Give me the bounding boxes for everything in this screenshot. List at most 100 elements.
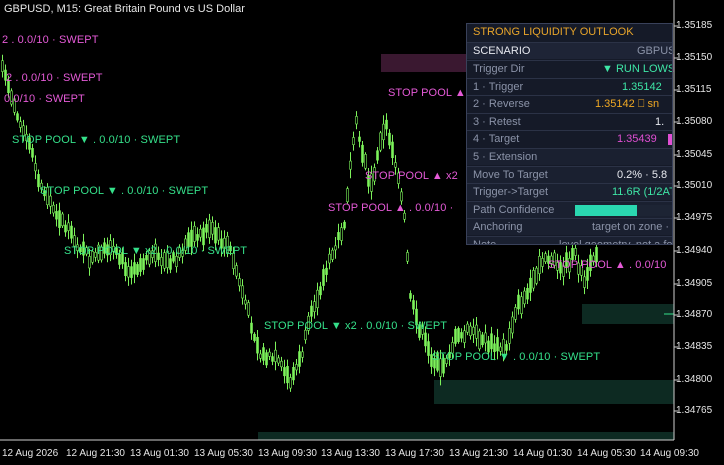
candle-body <box>346 188 349 203</box>
candle-body <box>529 277 532 293</box>
stop-pool-annotation: STOP POOL ▲ . 0.0/10 · <box>328 202 454 214</box>
candle-body <box>490 333 493 350</box>
candle-body <box>454 328 457 344</box>
path-confidence-track <box>637 204 672 216</box>
candle-body <box>64 224 67 233</box>
candle-body <box>334 245 337 251</box>
candle-body <box>136 264 139 275</box>
time-tick-label: 12 Aug 21:30 <box>66 448 125 459</box>
stop-pool-annotation: 2 . 0.0/10 · SWEPT <box>2 34 99 46</box>
time-tick-label: 13 Aug 01:30 <box>130 448 189 459</box>
candle-body <box>217 227 220 241</box>
green-liquidity-zone <box>258 432 674 440</box>
candle-body <box>472 326 475 335</box>
panel-row-value: target on zone · <box>592 221 670 234</box>
candle-body <box>253 333 256 341</box>
candle-body <box>544 253 547 262</box>
panel-row: 1 · Trigger 1.35142 <box>467 77 672 95</box>
panel-title-row: STRONG LIQUIDITY OUTLOOK <box>467 24 672 43</box>
panel-row: Trigger->Target 11.6R (1/2AT <box>467 183 673 201</box>
candle-body <box>541 258 544 267</box>
candle-body <box>406 252 409 262</box>
candle-body <box>520 296 523 315</box>
time-tick-label: 14 Aug 09:30 <box>640 448 699 459</box>
candle-body <box>58 210 61 228</box>
stop-pool-annotation: STOP POOL ▼ . 0.0/10 · SWEPT <box>40 185 209 197</box>
candle-body <box>385 119 388 130</box>
candle-body <box>244 299 247 305</box>
time-tick-label: 13 Aug 09:30 <box>258 448 317 459</box>
chart-symbol-title: GBPUSD, M15: Great Britain Pound vs US D… <box>4 3 245 15</box>
candle-body <box>463 330 466 343</box>
candle-body <box>196 234 199 241</box>
candle-body <box>268 351 271 357</box>
candle-body <box>250 322 253 334</box>
candle-body <box>484 332 487 344</box>
panel-row-value: 11.6R (1/2AT <box>612 186 673 199</box>
candle-body <box>511 316 514 334</box>
panel-row: Anchoring target on zone · <box>467 218 672 236</box>
candle-body <box>133 262 136 275</box>
stop-pool-annotation: 2 . 0.0/10 · SWEPT <box>6 72 103 84</box>
price-tick-label: 1.34835 <box>676 341 713 352</box>
panel-row: 4 · Target 1.35439 <box>467 130 672 147</box>
candle-body <box>289 377 292 389</box>
green-liquidity-zone <box>582 304 674 324</box>
candle-body <box>460 332 463 339</box>
candle-body <box>130 266 133 278</box>
panel-scenario-row: SCENARIO GBPUSD <box>467 42 672 59</box>
candle-body <box>496 337 499 352</box>
candle-body <box>19 121 22 128</box>
candle-body <box>52 204 55 214</box>
candle-body <box>298 351 301 367</box>
candle-body <box>16 113 19 121</box>
candle-body <box>352 137 355 145</box>
candle-body <box>199 228 202 238</box>
candle-body <box>361 144 364 163</box>
candle-body <box>160 257 163 266</box>
price-tick-label: 1.34905 <box>676 278 713 289</box>
stop-pool-annotation: STOP POOL ▼ . 0.0/10 · SWEPT <box>432 351 601 363</box>
time-tick-label: 14 Aug 01:30 <box>513 448 572 459</box>
candle-body <box>382 123 385 141</box>
candle-body <box>31 148 34 158</box>
time-tick-label: 13 Aug 17:30 <box>385 448 444 459</box>
candle-body <box>457 328 460 343</box>
panel-row-label: Path Confidence <box>473 203 555 216</box>
candle-body <box>376 150 379 161</box>
candle-body <box>517 294 520 310</box>
liquidity-outlook-panel[interactable]: STRONG LIQUIDITY OUTLOOK SCENARIO GBPUSD… <box>466 23 673 245</box>
candle-body <box>265 352 268 366</box>
candle-body <box>286 366 289 384</box>
stop-pool-annotation: STOP POOL ▲ x2 <box>365 170 458 182</box>
candle-body <box>358 136 361 142</box>
candle-body <box>202 227 205 246</box>
time-tick-label: 12 Aug 2026 <box>2 448 59 459</box>
stop-pool-annotation: STOP POOL ▲ <box>388 87 466 99</box>
time-tick-label: 13 Aug 13:30 <box>321 448 380 459</box>
candle-body <box>394 162 397 168</box>
candle-body <box>70 225 73 239</box>
time-tick-label: 13 Aug 05:30 <box>194 448 253 459</box>
candle-body <box>292 366 295 381</box>
candle-body <box>514 307 517 320</box>
candle-body <box>127 266 130 278</box>
candle-body <box>283 367 286 377</box>
price-tick-label: 1.35150 <box>676 52 713 63</box>
price-tick-label: 1.34765 <box>676 405 713 416</box>
panel-row: Move To Target 0.2% · 5.8 <box>467 165 672 183</box>
panel-row-value: ▼ RUN LOWS <box>602 63 673 75</box>
panel-row-label: Trigger->Target <box>473 186 549 199</box>
time-tick-label: 14 Aug 05:30 <box>577 448 636 459</box>
panel-title: STRONG LIQUIDITY OUTLOOK <box>473 26 634 38</box>
panel-row-value: 1.35439 <box>617 133 657 146</box>
candle-body <box>478 330 481 350</box>
candle-body <box>214 227 217 244</box>
candle-body <box>328 253 331 264</box>
candle-body <box>412 300 415 310</box>
candle-body <box>262 347 265 361</box>
candle-body <box>169 258 172 270</box>
panel-row-label: 3 · Retest <box>473 115 521 128</box>
candle-body <box>526 287 529 300</box>
candle-body <box>208 219 211 238</box>
